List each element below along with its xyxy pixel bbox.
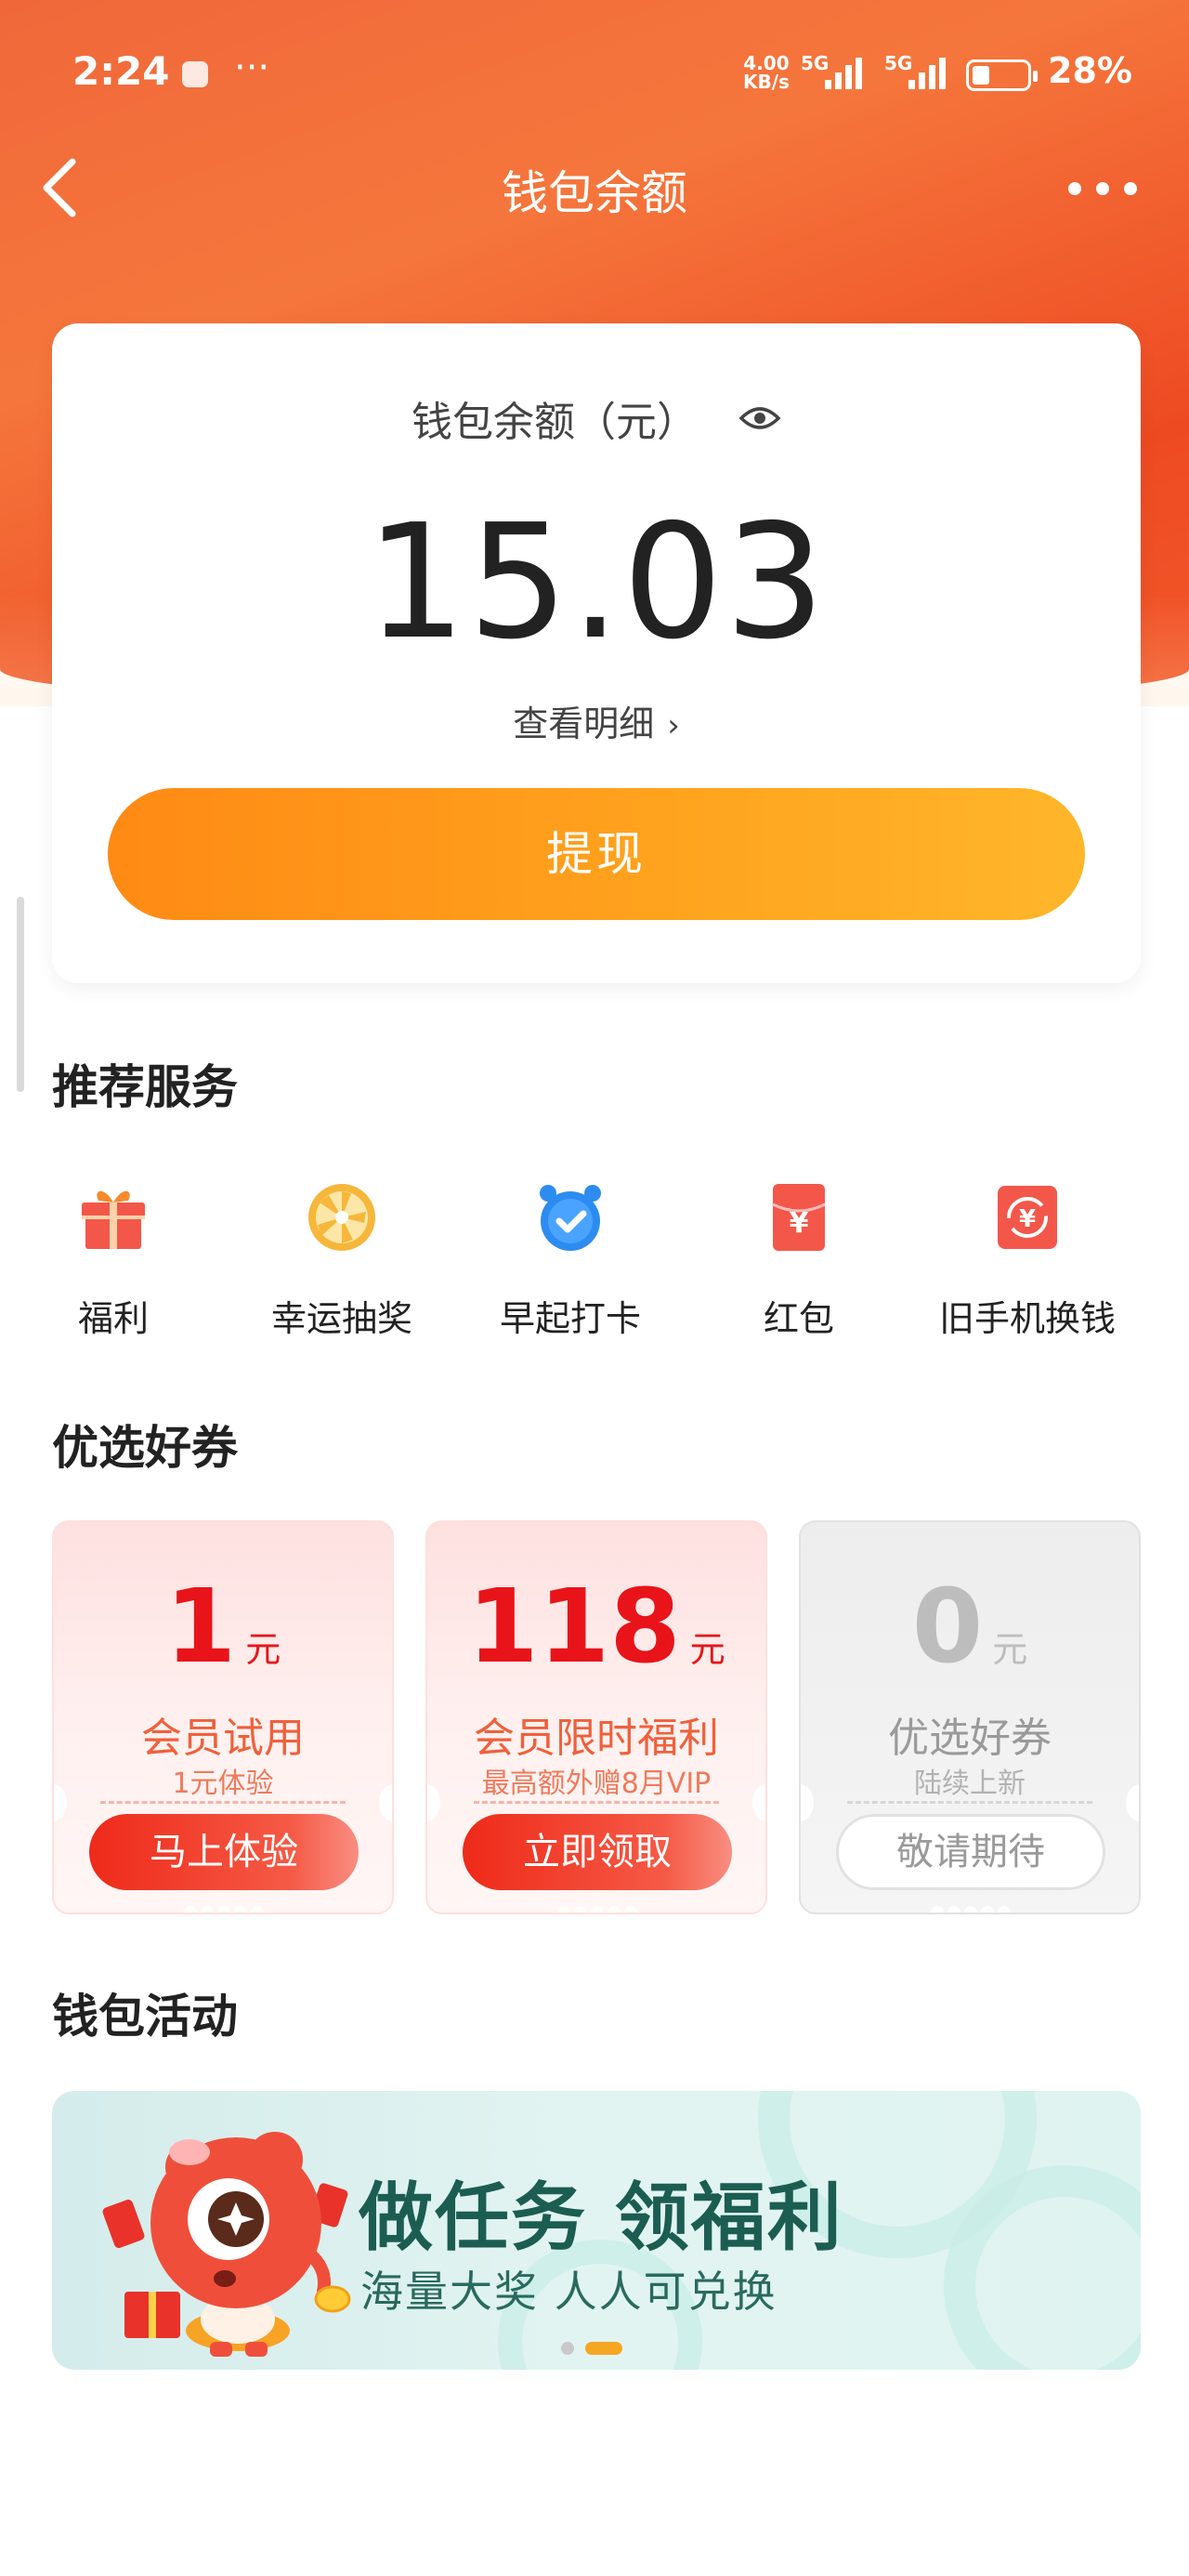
service-label: 幸运抽奖 [270,1298,412,1339]
coupon-unit: 元 [992,1629,1028,1670]
balance-amount: 15.03 [365,491,828,675]
coupon-subtitle: 陆续上新 [914,1768,1026,1800]
withdraw-button[interactable]: 提现 [108,788,1085,920]
more-notifications-icon: ··· [234,46,270,89]
battery-icon [966,59,1038,91]
chevron-right-icon: › [667,707,680,744]
svg-text:¥: ¥ [790,1207,809,1240]
coupon-card-disabled: 0元 优选好券 陆续上新 敬请期待 [799,1520,1141,1914]
balance-label-row: 钱包余额（元） [52,388,1141,448]
activity-banner[interactable]: 做任务 领福利 海量大奖 人人可兑换 [52,2091,1141,2370]
signal-icon [825,58,862,89]
service-label: 红包 [763,1298,834,1339]
carousel-indicator [561,2342,635,2355]
services-row: 福利 幸运抽奖 早起打卡 ¥ 红包 ¥ 旧手机换钱 [0,1180,1189,1347]
status-bar: 2:24 ··· 4.00 KB/s 5G 5G 28% [0,0,1189,149]
coupon-value: 1 [164,1567,237,1686]
battery-percent: 28% [1048,50,1132,91]
page-title: 钱包余额 [502,166,687,220]
service-item-red-envelope[interactable]: ¥ 红包 [687,1180,910,1341]
gift-icon [82,1190,145,1249]
scroll-indicator [17,897,24,1092]
coupon-subtitle: 最高额外赠8月VIP [481,1768,712,1800]
coupon-value: 118 [467,1567,681,1686]
mascot-illustration [102,2132,351,2357]
svg-text:¥: ¥ [1019,1205,1036,1233]
coupon-card: 1元 会员试用 1元体验 马上体验 [52,1520,394,1914]
service-label: 旧手机换钱 [938,1298,1116,1339]
coupon-try-button[interactable]: 马上体验 [89,1814,359,1890]
coupon-unit: 元 [689,1629,725,1670]
balance-label: 钱包余额（元） [412,399,698,446]
notification-app-icon [182,61,208,87]
coupon-unit: 元 [245,1629,281,1670]
service-item-lottery[interactable]: 幸运抽奖 [230,1180,453,1341]
service-label: 福利 [77,1298,149,1339]
status-time: 2:24 [72,48,170,94]
coupons-title: 优选好券 [52,1421,238,1475]
alarm-clock-icon [540,1185,601,1251]
activities-title: 钱包活动 [52,1990,238,2044]
coupon-title: 优选好券 [888,1715,1052,1762]
coupon-value: 0 [911,1567,984,1686]
network-speed: 4.00 KB/s [743,52,790,93]
service-item-welfare[interactable]: 福利 [2,1180,225,1341]
coupon-title: 会员试用 [141,1715,305,1762]
coupon-subtitle: 1元体验 [172,1768,274,1800]
eye-icon[interactable] [738,403,781,433]
coupon-title: 会员限时福利 [474,1715,719,1762]
banner-subtitle: 海量大奖 人人可兑换 [360,2267,777,2317]
carousel-dot-active[interactable] [585,2342,622,2355]
carousel-dot[interactable] [561,2342,574,2355]
trade-in-icon: ¥ [998,1186,1057,1249]
coupon-claim-button[interactable]: 立即领取 [463,1814,732,1890]
service-item-early-checkin[interactable]: 早起打卡 [459,1180,682,1341]
service-label: 早起打卡 [499,1298,641,1339]
banner-title: 做任务 领福利 [359,2175,843,2261]
lottery-wheel-icon [308,1184,375,1251]
balance-card: 钱包余额（元） 15.03 查看明细 › 提现 [52,323,1141,983]
services-title: 推荐服务 [52,1060,238,1114]
more-dots-icon[interactable] [1068,182,1143,195]
signal-icon-2 [908,58,946,89]
view-details-link[interactable]: 查看明细 › [52,695,1141,746]
coupon-coming-soon-button: 敬请期待 [836,1814,1105,1890]
red-envelope-icon: ¥ [772,1184,826,1251]
service-item-trade-in[interactable]: ¥ 旧手机换钱 [916,1180,1139,1341]
coupon-card: 118 元 会员限时福利 最高额外赠8月VIP 立即领取 [425,1520,767,1914]
